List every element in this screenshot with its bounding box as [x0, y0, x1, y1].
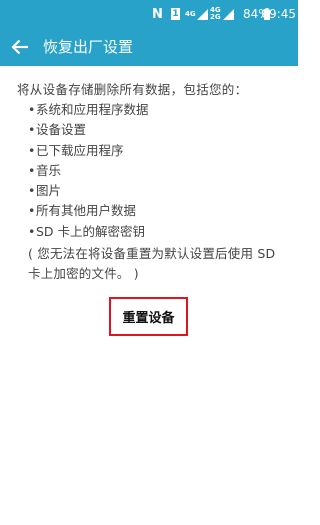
list-item-label: 所有其他用户数据: [36, 203, 137, 219]
bullet: •: [28, 102, 36, 117]
list-item-sd-keys: • SD 卡上的解密密钥: [17, 222, 287, 242]
status-bar: N 1 4G 4G 2G 84% 09:45: [0, 0, 298, 28]
page-title: 恢复出厂设置: [43, 38, 134, 56]
clock: 09:45: [261, 7, 296, 21]
reset-info: 将从设备存储删除所有数据，包括您的： • 系统和应用程序数据 • 设备设置 • 已下载…: [17, 80, 287, 284]
list-item-device-settings: • 设备设置: [17, 120, 287, 140]
nfc-icon: N: [152, 6, 163, 22]
list-item-label: 设备设置: [36, 122, 87, 138]
list-item-label: 已下载应用程序: [36, 142, 124, 158]
signal-strength-icon: [197, 0, 208, 28]
signal-strength-icon-2: [223, 0, 234, 28]
bullet: •: [28, 122, 36, 138]
bullet: •: [28, 183, 36, 199]
bullet: •: [28, 223, 36, 239]
bullet: •: [28, 142, 36, 158]
intro-text: 将从设备存储删除所有数据，包括您的：: [17, 82, 248, 97]
list-item-downloaded-apps: • 已下载应用程序: [17, 141, 287, 161]
list-item-system-data: • 系统和应用程序数据: [17, 100, 287, 120]
reset-device-button[interactable]: 重置设备: [109, 297, 188, 336]
sd-card-note: ( 您无法在将设备重置为默认设置后使用 SD 卡上加密的文件。 ): [28, 246, 276, 282]
network-4g-2g-icon: 4G 2G: [210, 0, 221, 28]
network-4g-icon: 4G: [185, 0, 196, 28]
sim-card-icon: 1: [171, 0, 180, 28]
list-item-label: 音乐: [36, 162, 62, 178]
app-bar: 恢复出厂设置: [0, 28, 298, 66]
list-item-label: 图片: [36, 183, 62, 199]
bullet: •: [28, 203, 36, 219]
list-item-label: 系统和应用程序数据: [36, 102, 149, 117]
list-item-pictures: • 图片: [17, 181, 287, 201]
network-type-bottom: 2G: [210, 13, 221, 21]
data-list: • 系统和应用程序数据 • 设备设置 • 已下载应用程序 • 音乐 • 图片 • 所有其他用…: [17, 100, 287, 242]
arrow-back-icon[interactable]: [10, 36, 32, 58]
list-item-other-user-data: • 所有其他用户数据: [17, 201, 287, 221]
list-item-music: • 音乐: [17, 161, 287, 181]
bullet: •: [28, 162, 36, 178]
list-item-label: SD 卡上的解密密钥: [36, 223, 146, 239]
sim-number: 1: [171, 8, 180, 20]
network-type-label: 4G: [185, 9, 196, 18]
